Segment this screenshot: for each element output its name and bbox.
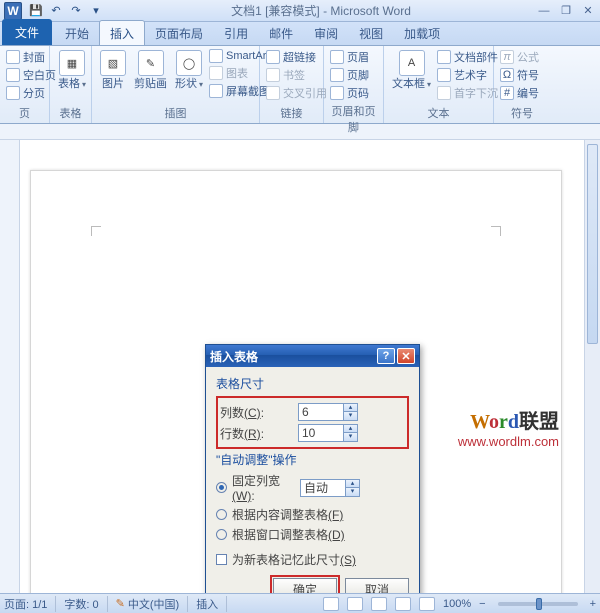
qat-customize-icon[interactable]: ▾	[87, 2, 105, 20]
group-tables-title: 表格	[54, 104, 87, 123]
wordart-button[interactable]: 艺术字	[435, 66, 500, 84]
fixed-width-spinner[interactable]: 自动 ▴▾	[300, 479, 360, 497]
group-symbols-title: 符号	[498, 104, 546, 123]
cancel-button[interactable]: 取消	[345, 578, 409, 593]
tab-addins[interactable]: 加载项	[393, 20, 451, 45]
dropcap-button[interactable]: 首字下沉	[435, 84, 500, 102]
fullscreen-view-button[interactable]	[347, 597, 363, 611]
table-button[interactable]: ▦ 表格	[54, 48, 90, 93]
symbol-button[interactable]: Ω符号	[498, 66, 541, 84]
textbox-button[interactable]: A文本框	[388, 48, 435, 93]
dialog-title: 插入表格	[210, 348, 375, 365]
number-button[interactable]: #编号	[498, 84, 541, 102]
fit-window-radio[interactable]: 根据窗口调整表格(D)	[216, 526, 409, 543]
hyperlink-button[interactable]: 超链接	[264, 48, 329, 66]
status-lang[interactable]: ✎中文(中国)	[116, 596, 189, 612]
cols-label: 列数(C):	[220, 404, 298, 421]
draft-view-button[interactable]	[419, 597, 435, 611]
picture-button[interactable]: ▧图片	[96, 48, 130, 92]
radio-icon	[216, 529, 227, 540]
table-icon: ▦	[59, 50, 85, 76]
bookmark-button[interactable]: 书签	[264, 66, 329, 84]
equation-button[interactable]: π公式	[498, 48, 541, 66]
minimize-button[interactable]: —	[536, 5, 552, 17]
cols-down-icon[interactable]: ▾	[343, 412, 357, 420]
picture-icon: ▧	[100, 50, 126, 76]
crossref-button[interactable]: 交叉引用	[264, 84, 329, 102]
clipart-button[interactable]: ✎剪贴画	[130, 48, 171, 92]
size-section-title: 表格尺寸	[216, 375, 409, 392]
zoom-in-button[interactable]: +	[590, 598, 596, 610]
quickparts-button[interactable]: 文档部件	[435, 48, 500, 66]
outline-view-button[interactable]	[395, 597, 411, 611]
radio-icon	[216, 482, 227, 493]
status-words[interactable]: 字数: 0	[64, 596, 107, 612]
shapes-icon: ◯	[176, 50, 202, 76]
fixed-width-radio[interactable]: 固定列宽(W): 自动 ▴▾	[216, 472, 409, 503]
group-headerfooter-title: 页眉和页脚	[328, 102, 379, 137]
tab-review[interactable]: 审阅	[303, 20, 349, 45]
clipart-icon: ✎	[138, 50, 164, 76]
status-page[interactable]: 页面: 1/1	[4, 596, 56, 612]
dialog-help-button[interactable]: ?	[377, 348, 395, 364]
tab-view[interactable]: 视图	[348, 20, 394, 45]
remember-checkbox[interactable]: 为新表格记忆此尺寸(S)	[216, 551, 409, 568]
zoom-out-button[interactable]: −	[479, 598, 485, 610]
tab-home[interactable]: 开始	[54, 20, 100, 45]
tab-mailings[interactable]: 邮件	[258, 20, 304, 45]
cols-spinner[interactable]: 6 ▴▾	[298, 403, 358, 421]
checkbox-icon	[216, 554, 227, 565]
tab-insert[interactable]: 插入	[99, 20, 145, 45]
zoom-level[interactable]: 100%	[443, 598, 471, 610]
save-icon[interactable]: 💾	[27, 2, 45, 20]
tab-layout[interactable]: 页面布局	[144, 20, 214, 45]
pagenum-button[interactable]: 页码	[328, 84, 371, 102]
shapes-button[interactable]: ◯形状	[171, 48, 207, 93]
word-app-icon: W	[4, 2, 22, 20]
tab-file[interactable]: 文件	[2, 19, 52, 45]
print-layout-view-button[interactable]	[323, 597, 339, 611]
restore-button[interactable]: ❐	[558, 4, 574, 17]
ok-button[interactable]: 确定	[273, 578, 337, 593]
watermark: Word联盟 www.wordlm.com	[458, 405, 559, 449]
undo-icon[interactable]: ↶	[47, 2, 65, 20]
rows-value[interactable]: 10	[299, 426, 343, 440]
rows-label: 行数(R):	[220, 425, 298, 442]
footer-button[interactable]: 页脚	[328, 66, 371, 84]
window-title: 文档1 [兼容模式] - Microsoft Word	[106, 2, 536, 19]
fit-content-radio[interactable]: 根据内容调整表格(F)	[216, 506, 409, 523]
group-text-title: 文本	[388, 104, 489, 123]
web-layout-view-button[interactable]	[371, 597, 387, 611]
group-illustrations-title: 插图	[96, 104, 255, 123]
close-button[interactable]: ✕	[580, 4, 596, 17]
autofit-section-title: "自动调整"操作	[216, 451, 409, 468]
rows-spinner[interactable]: 10 ▴▾	[298, 424, 358, 442]
vertical-ruler	[0, 140, 20, 593]
vertical-scrollbar[interactable]	[584, 140, 600, 593]
rows-down-icon[interactable]: ▾	[343, 433, 357, 441]
horizontal-ruler	[0, 124, 600, 140]
textbox-icon: A	[399, 50, 425, 76]
cols-value[interactable]: 6	[299, 405, 343, 419]
insert-table-dialog: 插入表格 ? ✕ 表格尺寸 列数(C): 6 ▴▾ 行数(R):	[205, 344, 420, 593]
group-pages-title: 页	[4, 104, 45, 123]
tab-references[interactable]: 引用	[213, 20, 259, 45]
redo-icon[interactable]: ↷	[67, 2, 85, 20]
cols-up-icon[interactable]: ▴	[343, 404, 357, 412]
rows-up-icon[interactable]: ▴	[343, 425, 357, 433]
status-mode[interactable]: 插入	[196, 596, 227, 612]
header-button[interactable]: 页眉	[328, 48, 371, 66]
dialog-close-button[interactable]: ✕	[397, 348, 415, 364]
zoom-slider[interactable]	[498, 602, 578, 606]
radio-icon	[216, 509, 227, 520]
group-links-title: 链接	[264, 104, 319, 123]
